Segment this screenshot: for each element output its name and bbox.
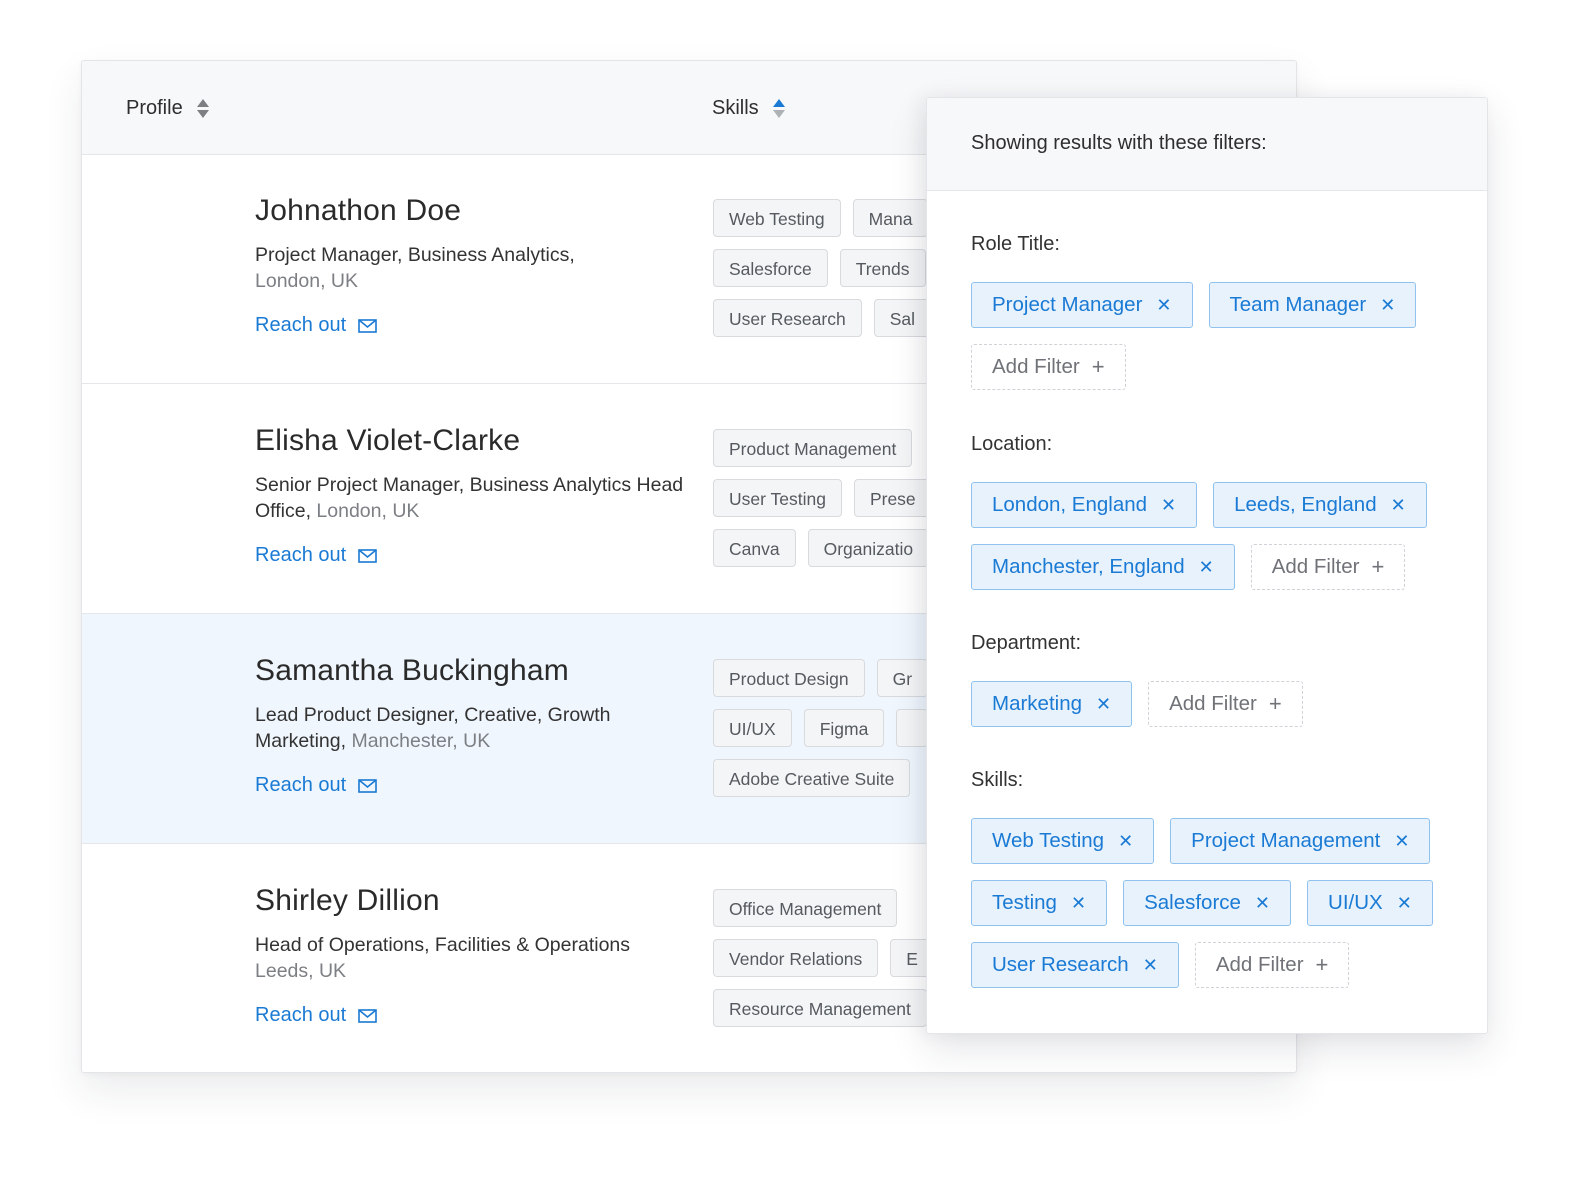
close-icon[interactable]: ✕ (1118, 832, 1133, 850)
filter-section-location: Location: London, England ✕ Leeds, Englan… (971, 433, 1451, 590)
section-title: Department: (971, 632, 1082, 654)
close-icon[interactable]: ✕ (1096, 695, 1111, 713)
filter-tag[interactable]: Salesforce ✕ (1123, 880, 1292, 926)
reach-out-link[interactable]: Reach out (255, 314, 377, 337)
add-filter-button[interactable]: Add Filter + (1250, 544, 1406, 590)
person-location: London, UK (316, 500, 420, 522)
skill-chip[interactable]: UI/UX (713, 709, 792, 747)
filter-panel-header: Showing results with these filters: (927, 98, 1487, 191)
plus-icon: + (1371, 554, 1385, 579)
skills-header-label: Skills (712, 97, 759, 119)
skill-chip[interactable]: Figma (803, 709, 885, 747)
filter-tag[interactable]: Manchester, England ✕ (971, 544, 1235, 590)
section-title: Role Title: (971, 233, 1060, 255)
sort-icon[interactable] (196, 99, 209, 118)
close-icon[interactable]: ✕ (1397, 894, 1412, 912)
close-icon[interactable]: ✕ (1255, 894, 1270, 912)
skill-chip[interactable]: Web Testing (713, 199, 841, 237)
skill-chip[interactable]: Organizatio (807, 529, 930, 567)
filter-tag[interactable]: Testing ✕ (971, 880, 1108, 926)
skill-chip[interactable]: Product Design (713, 659, 865, 697)
skill-chip[interactable]: Adobe Creative Suite (713, 759, 911, 797)
skill-chip[interactable]: Resource Management (713, 989, 927, 1027)
filter-tag[interactable]: User Research ✕ (971, 942, 1179, 988)
add-filter-button[interactable]: Add Filter + (1194, 942, 1350, 988)
section-title: Location: (971, 433, 1053, 455)
skill-chip[interactable]: Canva (713, 529, 796, 567)
filter-tag[interactable]: Web Testing ✕ (971, 818, 1155, 864)
skill-chip[interactable]: Mana (852, 199, 929, 237)
skill-chip[interactable]: Product Management (713, 429, 913, 467)
plus-icon: + (1091, 354, 1105, 379)
add-filter-button[interactable]: Add Filter + (971, 344, 1126, 390)
skill-chip[interactable]: Trends (839, 249, 926, 287)
filter-section-skills: Skills: Web Testing ✕ Project Management ✕… (971, 769, 1451, 988)
reach-out-link[interactable]: Reach out (255, 774, 377, 797)
close-icon[interactable]: ✕ (1161, 496, 1176, 514)
person-location: Leeds, UK (255, 960, 347, 982)
person-location: London, UK (255, 270, 358, 292)
profile-header-label: Profile (126, 97, 183, 119)
close-icon[interactable]: ✕ (1391, 496, 1406, 514)
filter-tag[interactable]: UI/UX ✕ (1307, 880, 1433, 926)
person-name: Samantha Buckingham (255, 654, 569, 687)
skill-chip[interactable]: User Testing (713, 479, 842, 517)
filter-tag[interactable]: Team Manager ✕ (1208, 282, 1417, 328)
close-icon[interactable]: ✕ (1071, 894, 1086, 912)
person-location: Manchester, UK (351, 730, 491, 752)
person-role: Head of Operations, Facilities & Operati… (255, 934, 631, 982)
filter-tag[interactable]: Project Management ✕ (1170, 818, 1431, 864)
filter-panel: Showing results with these filters: Role… (926, 97, 1488, 1034)
close-icon[interactable]: ✕ (1199, 558, 1214, 576)
reach-out-link[interactable]: Reach out (255, 1004, 377, 1027)
close-icon[interactable]: ✕ (1156, 296, 1171, 314)
filter-tag[interactable]: London, England ✕ (971, 482, 1198, 528)
mail-icon (358, 318, 377, 333)
skill-chip[interactable]: Salesforce (713, 249, 828, 287)
mail-icon (358, 778, 377, 793)
sort-ascending-icon[interactable] (772, 99, 785, 118)
person-role: Project Manager, Business Analytics, Lond… (255, 244, 575, 292)
add-filter-button[interactable]: Add Filter + (1148, 681, 1303, 727)
profile-column-header[interactable]: Profile (126, 97, 209, 120)
skill-chip[interactable]: Gr (876, 659, 929, 697)
person-name: Shirley Dillion (255, 884, 440, 917)
skill-chip[interactable]: Vendor Relations (713, 939, 879, 977)
mail-icon (358, 548, 377, 563)
skill-chip[interactable]: Prese (853, 479, 932, 517)
filter-section-role-title: Role Title: Project Manager ✕ Team Manage… (971, 233, 1451, 390)
close-icon[interactable]: ✕ (1143, 956, 1158, 974)
person-name: Elisha Violet-Clarke (255, 424, 521, 457)
filter-tag[interactable]: Project Manager ✕ (971, 282, 1193, 328)
close-icon[interactable]: ✕ (1380, 296, 1395, 314)
skill-chip[interactable]: User Research (713, 299, 862, 337)
filter-tag[interactable]: Leeds, England ✕ (1213, 482, 1427, 528)
person-name: Johnathon Doe (255, 194, 462, 227)
person-role: Senior Project Manager, Business Analyti… (255, 474, 684, 522)
skill-chip[interactable]: Office Management (713, 889, 898, 927)
reach-out-link[interactable]: Reach out (255, 544, 377, 567)
skill-chip[interactable]: Sal (873, 299, 932, 337)
filter-section-department: Department: Marketing ✕ Add Filter + (971, 632, 1451, 727)
filter-tag[interactable]: Marketing ✕ (971, 681, 1133, 727)
skills-column-header[interactable]: Skills (712, 97, 785, 120)
plus-icon: + (1315, 952, 1329, 977)
section-title: Skills: (971, 769, 1024, 791)
plus-icon: + (1268, 691, 1282, 716)
person-role: Lead Product Designer, Creative, Growth … (255, 704, 611, 752)
mail-icon (358, 1008, 377, 1023)
skill-chip[interactable] (896, 709, 929, 747)
close-icon[interactable]: ✕ (1394, 832, 1409, 850)
